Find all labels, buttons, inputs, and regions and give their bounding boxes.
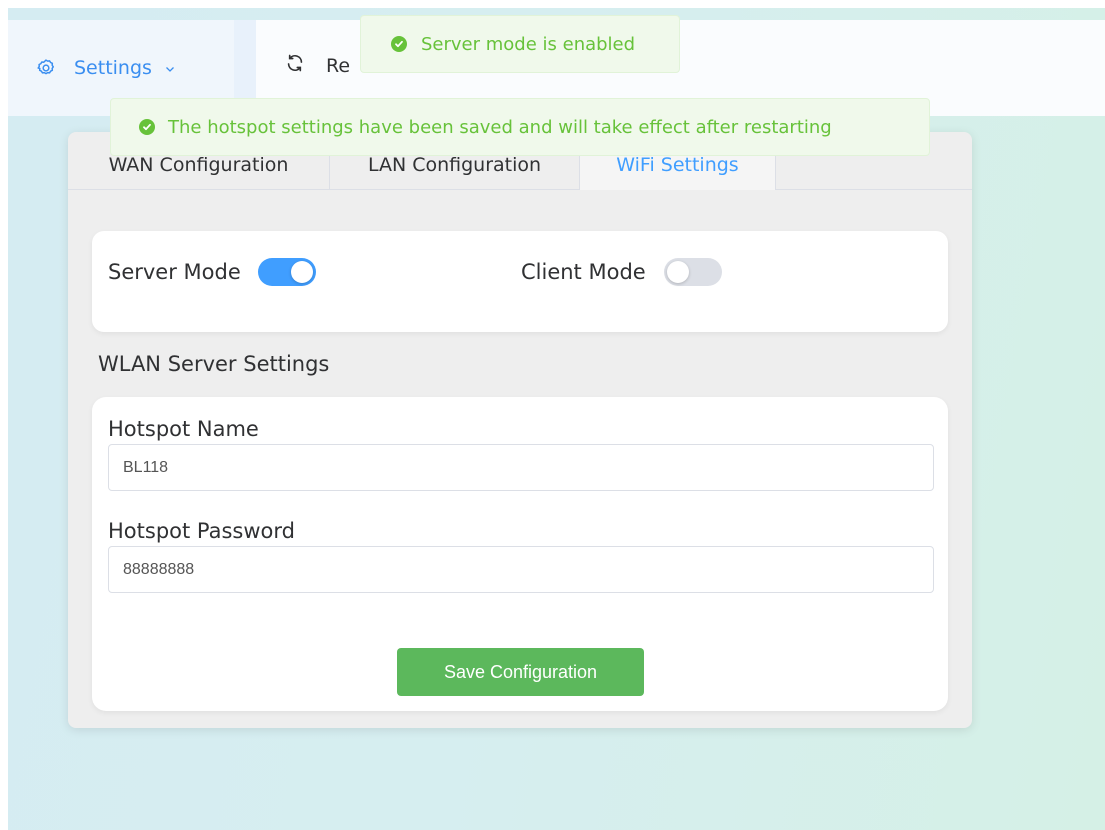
chevron-down-icon [164,62,176,74]
save-configuration-button[interactable]: Save Configuration [397,648,644,696]
toast-message: The hotspot settings have been saved and… [168,116,832,138]
hotspot-password-label: Hotspot Password [108,519,295,543]
hotspot-name-input[interactable] [108,444,934,491]
settings-menu-label: Settings [74,57,152,79]
settings-saved-toast: The hotspot settings have been saved and… [110,98,930,156]
client-mode-label: Client Mode [521,260,646,284]
server-mode-label: Server Mode [108,260,241,284]
client-mode-toggle[interactable] [664,258,722,286]
check-circle-icon [391,36,407,52]
refresh-button[interactable]: Re [284,52,350,79]
server-mode-toast: Server mode is enabled [360,15,680,73]
gear-icon [36,58,56,78]
hotspot-name-label: Hotspot Name [108,417,259,441]
server-mode-toggle[interactable] [258,258,316,286]
toggle-knob [291,261,313,283]
check-circle-icon [139,119,155,135]
refresh-icon [284,52,306,79]
hotspot-password-input[interactable] [108,546,934,593]
section-title: WLAN Server Settings [98,352,330,376]
refresh-label: Re [326,54,351,77]
toast-message: Server mode is enabled [421,33,636,55]
toggle-knob [667,261,689,283]
wlan-form-card: Hotspot Name Hotspot Password Save Confi… [92,397,948,711]
